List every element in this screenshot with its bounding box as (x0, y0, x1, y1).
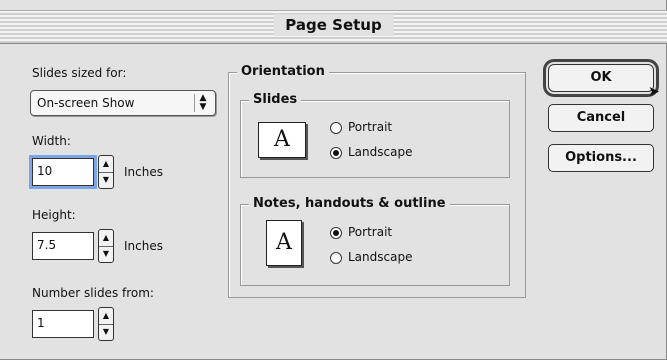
height-input[interactable]: 7.5 (32, 232, 94, 260)
cancel-button[interactable]: Cancel (548, 104, 654, 132)
number-from-label: Number slides from: (32, 286, 154, 300)
mouse-pointer-icon: ➤ (648, 84, 660, 100)
slides-sized-popup[interactable]: On-screen Show ▲ ▼ (30, 90, 216, 116)
stepper-down-icon[interactable]: ▼ (99, 246, 113, 262)
orientation-label: Orientation (237, 64, 329, 79)
options-button[interactable]: Options... (548, 144, 654, 172)
landscape-page-icon: A (258, 122, 306, 158)
stepper-down-icon[interactable]: ▼ (99, 172, 113, 188)
notes-landscape-radio[interactable]: Landscape (330, 250, 412, 264)
slides-landscape-radio[interactable]: Landscape (330, 145, 412, 159)
slides-landscape-label: Landscape (348, 145, 413, 159)
slides-sized-value: On-screen Show (37, 96, 135, 110)
height-stepper[interactable]: ▲ ▼ (98, 229, 114, 263)
notes-landscape-label: Landscape (348, 250, 413, 264)
slides-sized-label: Slides sized for: (32, 66, 127, 80)
width-input[interactable]: 10 (29, 155, 97, 189)
number-from-input[interactable]: 1 (32, 310, 94, 338)
title-bar[interactable]: Page Setup (0, 10, 667, 44)
slides-orientation-label: Slides (249, 92, 302, 107)
radio-off-icon (330, 121, 342, 134)
width-label: Width: (32, 134, 71, 148)
popup-arrows-icon: ▲ ▼ (194, 94, 211, 112)
radio-on-icon (330, 226, 342, 239)
width-stepper[interactable]: ▲ ▼ (98, 155, 114, 189)
number-from-stepper[interactable]: ▲ ▼ (98, 307, 114, 341)
portrait-page-icon: A (266, 220, 302, 266)
page-setup-dialog: Page Setup Slides sized for: On-screen S… (0, 0, 667, 360)
slides-portrait-label: Portrait (348, 120, 393, 134)
notes-portrait-label: Portrait (348, 225, 393, 239)
stepper-up-icon[interactable]: ▲ (99, 308, 113, 325)
slides-portrait-radio[interactable]: Portrait (330, 120, 392, 134)
stepper-up-icon[interactable]: ▲ (99, 230, 113, 247)
notes-portrait-radio[interactable]: Portrait (330, 225, 392, 239)
width-unit: Inches (124, 165, 163, 179)
radio-off-icon (330, 251, 342, 264)
notes-orientation-label: Notes, handouts & outline (249, 196, 450, 211)
radio-on-icon (330, 146, 342, 159)
dialog-title: Page Setup (273, 14, 394, 36)
ok-button[interactable]: OK (543, 59, 659, 97)
height-label: Height: (32, 208, 76, 222)
stepper-down-icon[interactable]: ▼ (99, 324, 113, 340)
stepper-up-icon[interactable]: ▲ (99, 156, 113, 173)
height-unit: Inches (124, 239, 163, 253)
